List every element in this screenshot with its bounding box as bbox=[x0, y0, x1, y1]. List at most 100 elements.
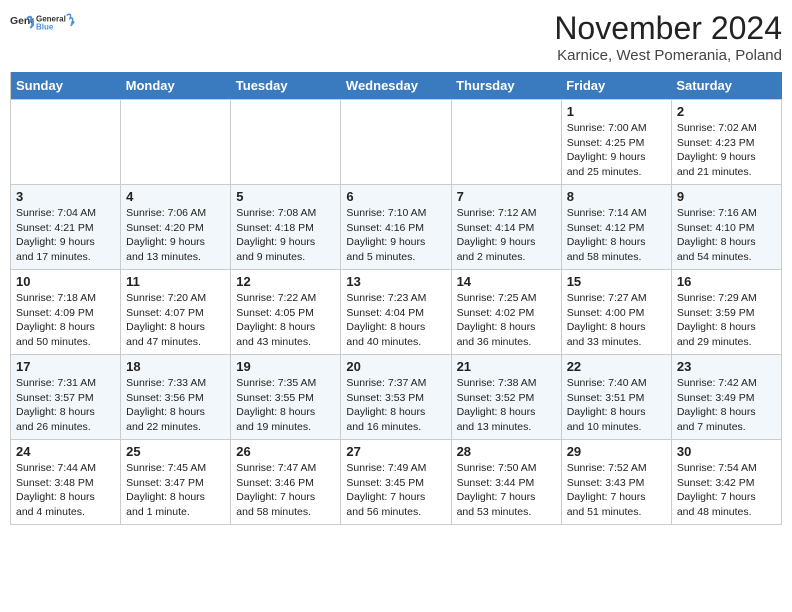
day-info: Sunrise: 7:29 AM Sunset: 3:59 PM Dayligh… bbox=[677, 291, 776, 350]
calendar-cell: 11 Sunrise: 7:20 AM Sunset: 4:07 PM Dayli… bbox=[121, 270, 231, 355]
day-info: Sunrise: 7:14 AM Sunset: 4:12 PM Dayligh… bbox=[567, 206, 666, 265]
calendar-cell: 4 Sunrise: 7:06 AM Sunset: 4:20 PM Daylig… bbox=[121, 185, 231, 270]
calendar-cell bbox=[11, 100, 121, 185]
week-row-1: 1Sunrise: 7:00 AM Sunset: 4:25 PM Daylig… bbox=[11, 100, 782, 185]
day-info: Sunrise: 7:25 AM Sunset: 4:02 PM Dayligh… bbox=[457, 291, 556, 350]
day-number: 28 bbox=[457, 444, 556, 459]
calendar-cell bbox=[231, 100, 341, 185]
day-number: 13 bbox=[346, 274, 445, 289]
calendar-cell: 30 Sunrise: 7:54 AM Sunset: 3:42 PM Dayli… bbox=[671, 440, 781, 525]
calendar-cell: 1Sunrise: 7:00 AM Sunset: 4:25 PM Daylig… bbox=[561, 100, 671, 185]
header-wednesday: Wednesday bbox=[341, 72, 451, 100]
calendar-cell: 20Sunrise: 7:37 AM Sunset: 3:53 PM Dayli… bbox=[341, 355, 451, 440]
day-number: 22 bbox=[567, 359, 666, 374]
day-number: 14 bbox=[457, 274, 556, 289]
calendar-table: SundayMondayTuesdayWednesdayThursdayFrid… bbox=[10, 72, 782, 525]
calendar-cell: 26 Sunrise: 7:47 AM Sunset: 3:46 PM Dayli… bbox=[231, 440, 341, 525]
calendar-cell: 24Sunrise: 7:44 AM Sunset: 3:48 PM Dayli… bbox=[11, 440, 121, 525]
header-thursday: Thursday bbox=[451, 72, 561, 100]
day-info: Sunrise: 7:12 AM Sunset: 4:14 PM Dayligh… bbox=[457, 206, 556, 265]
day-number: 15 bbox=[567, 274, 666, 289]
day-number: 16 bbox=[677, 274, 776, 289]
calendar-cell: 23Sunrise: 7:42 AM Sunset: 3:49 PM Dayli… bbox=[671, 355, 781, 440]
day-number: 27 bbox=[346, 444, 445, 459]
day-number: 2 bbox=[677, 104, 776, 119]
day-info: Sunrise: 7:50 AM Sunset: 3:44 PM Dayligh… bbox=[457, 461, 556, 520]
calendar-cell: 25 Sunrise: 7:45 AM Sunset: 3:47 PM Dayli… bbox=[121, 440, 231, 525]
calendar-cell: 29 Sunrise: 7:52 AM Sunset: 3:43 PM Dayli… bbox=[561, 440, 671, 525]
day-info: Sunrise: 7:02 AM Sunset: 4:23 PM Dayligh… bbox=[677, 121, 776, 180]
calendar-cell: 13 Sunrise: 7:23 AM Sunset: 4:04 PM Dayli… bbox=[341, 270, 451, 355]
day-info: Sunrise: 7:22 AM Sunset: 4:05 PM Dayligh… bbox=[236, 291, 335, 350]
header-friday: Friday bbox=[561, 72, 671, 100]
day-info: Sunrise: 7:06 AM Sunset: 4:20 PM Dayligh… bbox=[126, 206, 225, 265]
calendar-cell: 9Sunrise: 7:16 AM Sunset: 4:10 PM Daylig… bbox=[671, 185, 781, 270]
logo-icon: General bbox=[10, 13, 34, 37]
day-info: Sunrise: 7:49 AM Sunset: 3:45 PM Dayligh… bbox=[346, 461, 445, 520]
calendar-cell: 14 Sunrise: 7:25 AM Sunset: 4:02 PM Dayli… bbox=[451, 270, 561, 355]
week-row-5: 24Sunrise: 7:44 AM Sunset: 3:48 PM Dayli… bbox=[11, 440, 782, 525]
day-info: Sunrise: 7:31 AM Sunset: 3:57 PM Dayligh… bbox=[16, 376, 115, 435]
week-row-2: 3Sunrise: 7:04 AM Sunset: 4:21 PM Daylig… bbox=[11, 185, 782, 270]
day-number: 9 bbox=[677, 189, 776, 204]
day-number: 11 bbox=[126, 274, 225, 289]
calendar-cell bbox=[121, 100, 231, 185]
day-info: Sunrise: 7:20 AM Sunset: 4:07 PM Dayligh… bbox=[126, 291, 225, 350]
day-info: Sunrise: 7:42 AM Sunset: 3:49 PM Dayligh… bbox=[677, 376, 776, 435]
svg-text:Blue: Blue bbox=[36, 23, 54, 32]
header-tuesday: Tuesday bbox=[231, 72, 341, 100]
calendar-cell: 27 Sunrise: 7:49 AM Sunset: 3:45 PM Dayli… bbox=[341, 440, 451, 525]
day-number: 10 bbox=[16, 274, 115, 289]
day-number: 17 bbox=[16, 359, 115, 374]
day-number: 25 bbox=[126, 444, 225, 459]
page-header: General General Blue November 2024 Karni… bbox=[10, 10, 782, 64]
day-info: Sunrise: 7:27 AM Sunset: 4:00 PM Dayligh… bbox=[567, 291, 666, 350]
header-row: SundayMondayTuesdayWednesdayThursdayFrid… bbox=[11, 72, 782, 100]
day-number: 8 bbox=[567, 189, 666, 204]
calendar-cell: 28 Sunrise: 7:50 AM Sunset: 3:44 PM Dayli… bbox=[451, 440, 561, 525]
month-title: November 2024 bbox=[554, 10, 782, 47]
calendar-cell: 16 Sunrise: 7:29 AM Sunset: 3:59 PM Dayli… bbox=[671, 270, 781, 355]
header-monday: Monday bbox=[121, 72, 231, 100]
week-row-4: 17 Sunrise: 7:31 AM Sunset: 3:57 PM Dayli… bbox=[11, 355, 782, 440]
calendar-cell: 21 Sunrise: 7:38 AM Sunset: 3:52 PM Dayli… bbox=[451, 355, 561, 440]
calendar-cell: 7Sunrise: 7:12 AM Sunset: 4:14 PM Daylig… bbox=[451, 185, 561, 270]
day-number: 1 bbox=[567, 104, 666, 119]
day-number: 26 bbox=[236, 444, 335, 459]
day-number: 19 bbox=[236, 359, 335, 374]
day-number: 6 bbox=[346, 189, 445, 204]
calendar-cell: 22 Sunrise: 7:40 AM Sunset: 3:51 PM Dayli… bbox=[561, 355, 671, 440]
day-info: Sunrise: 7:10 AM Sunset: 4:16 PM Dayligh… bbox=[346, 206, 445, 265]
week-row-3: 10Sunrise: 7:18 AM Sunset: 4:09 PM Dayli… bbox=[11, 270, 782, 355]
day-number: 18 bbox=[126, 359, 225, 374]
day-info: Sunrise: 7:08 AM Sunset: 4:18 PM Dayligh… bbox=[236, 206, 335, 265]
day-info: Sunrise: 7:37 AM Sunset: 3:53 PM Dayligh… bbox=[346, 376, 445, 435]
header-saturday: Saturday bbox=[671, 72, 781, 100]
calendar-cell: 5Sunrise: 7:08 AM Sunset: 4:18 PM Daylig… bbox=[231, 185, 341, 270]
day-number: 29 bbox=[567, 444, 666, 459]
calendar-cell: 3Sunrise: 7:04 AM Sunset: 4:21 PM Daylig… bbox=[11, 185, 121, 270]
calendar-cell: 18 Sunrise: 7:33 AM Sunset: 3:56 PM Dayli… bbox=[121, 355, 231, 440]
header-sunday: Sunday bbox=[11, 72, 121, 100]
day-info: Sunrise: 7:47 AM Sunset: 3:46 PM Dayligh… bbox=[236, 461, 335, 520]
day-info: Sunrise: 7:23 AM Sunset: 4:04 PM Dayligh… bbox=[346, 291, 445, 350]
logo-graphic: General Blue bbox=[36, 10, 76, 40]
location-title: Karnice, West Pomerania, Poland bbox=[554, 47, 782, 64]
day-number: 24 bbox=[16, 444, 115, 459]
day-number: 4 bbox=[126, 189, 225, 204]
day-info: Sunrise: 7:33 AM Sunset: 3:56 PM Dayligh… bbox=[126, 376, 225, 435]
calendar-cell: 10Sunrise: 7:18 AM Sunset: 4:09 PM Dayli… bbox=[11, 270, 121, 355]
calendar-cell: 2 Sunrise: 7:02 AM Sunset: 4:23 PM Daylig… bbox=[671, 100, 781, 185]
calendar-cell: 8 Sunrise: 7:14 AM Sunset: 4:12 PM Daylig… bbox=[561, 185, 671, 270]
calendar-cell: 6 Sunrise: 7:10 AM Sunset: 4:16 PM Daylig… bbox=[341, 185, 451, 270]
day-number: 21 bbox=[457, 359, 556, 374]
day-info: Sunrise: 7:52 AM Sunset: 3:43 PM Dayligh… bbox=[567, 461, 666, 520]
day-info: Sunrise: 7:38 AM Sunset: 3:52 PM Dayligh… bbox=[457, 376, 556, 435]
day-info: Sunrise: 7:45 AM Sunset: 3:47 PM Dayligh… bbox=[126, 461, 225, 520]
day-info: Sunrise: 7:54 AM Sunset: 3:42 PM Dayligh… bbox=[677, 461, 776, 520]
day-info: Sunrise: 7:04 AM Sunset: 4:21 PM Dayligh… bbox=[16, 206, 115, 265]
day-number: 30 bbox=[677, 444, 776, 459]
logo: General General Blue bbox=[10, 10, 76, 40]
day-info: Sunrise: 7:40 AM Sunset: 3:51 PM Dayligh… bbox=[567, 376, 666, 435]
calendar-cell bbox=[451, 100, 561, 185]
